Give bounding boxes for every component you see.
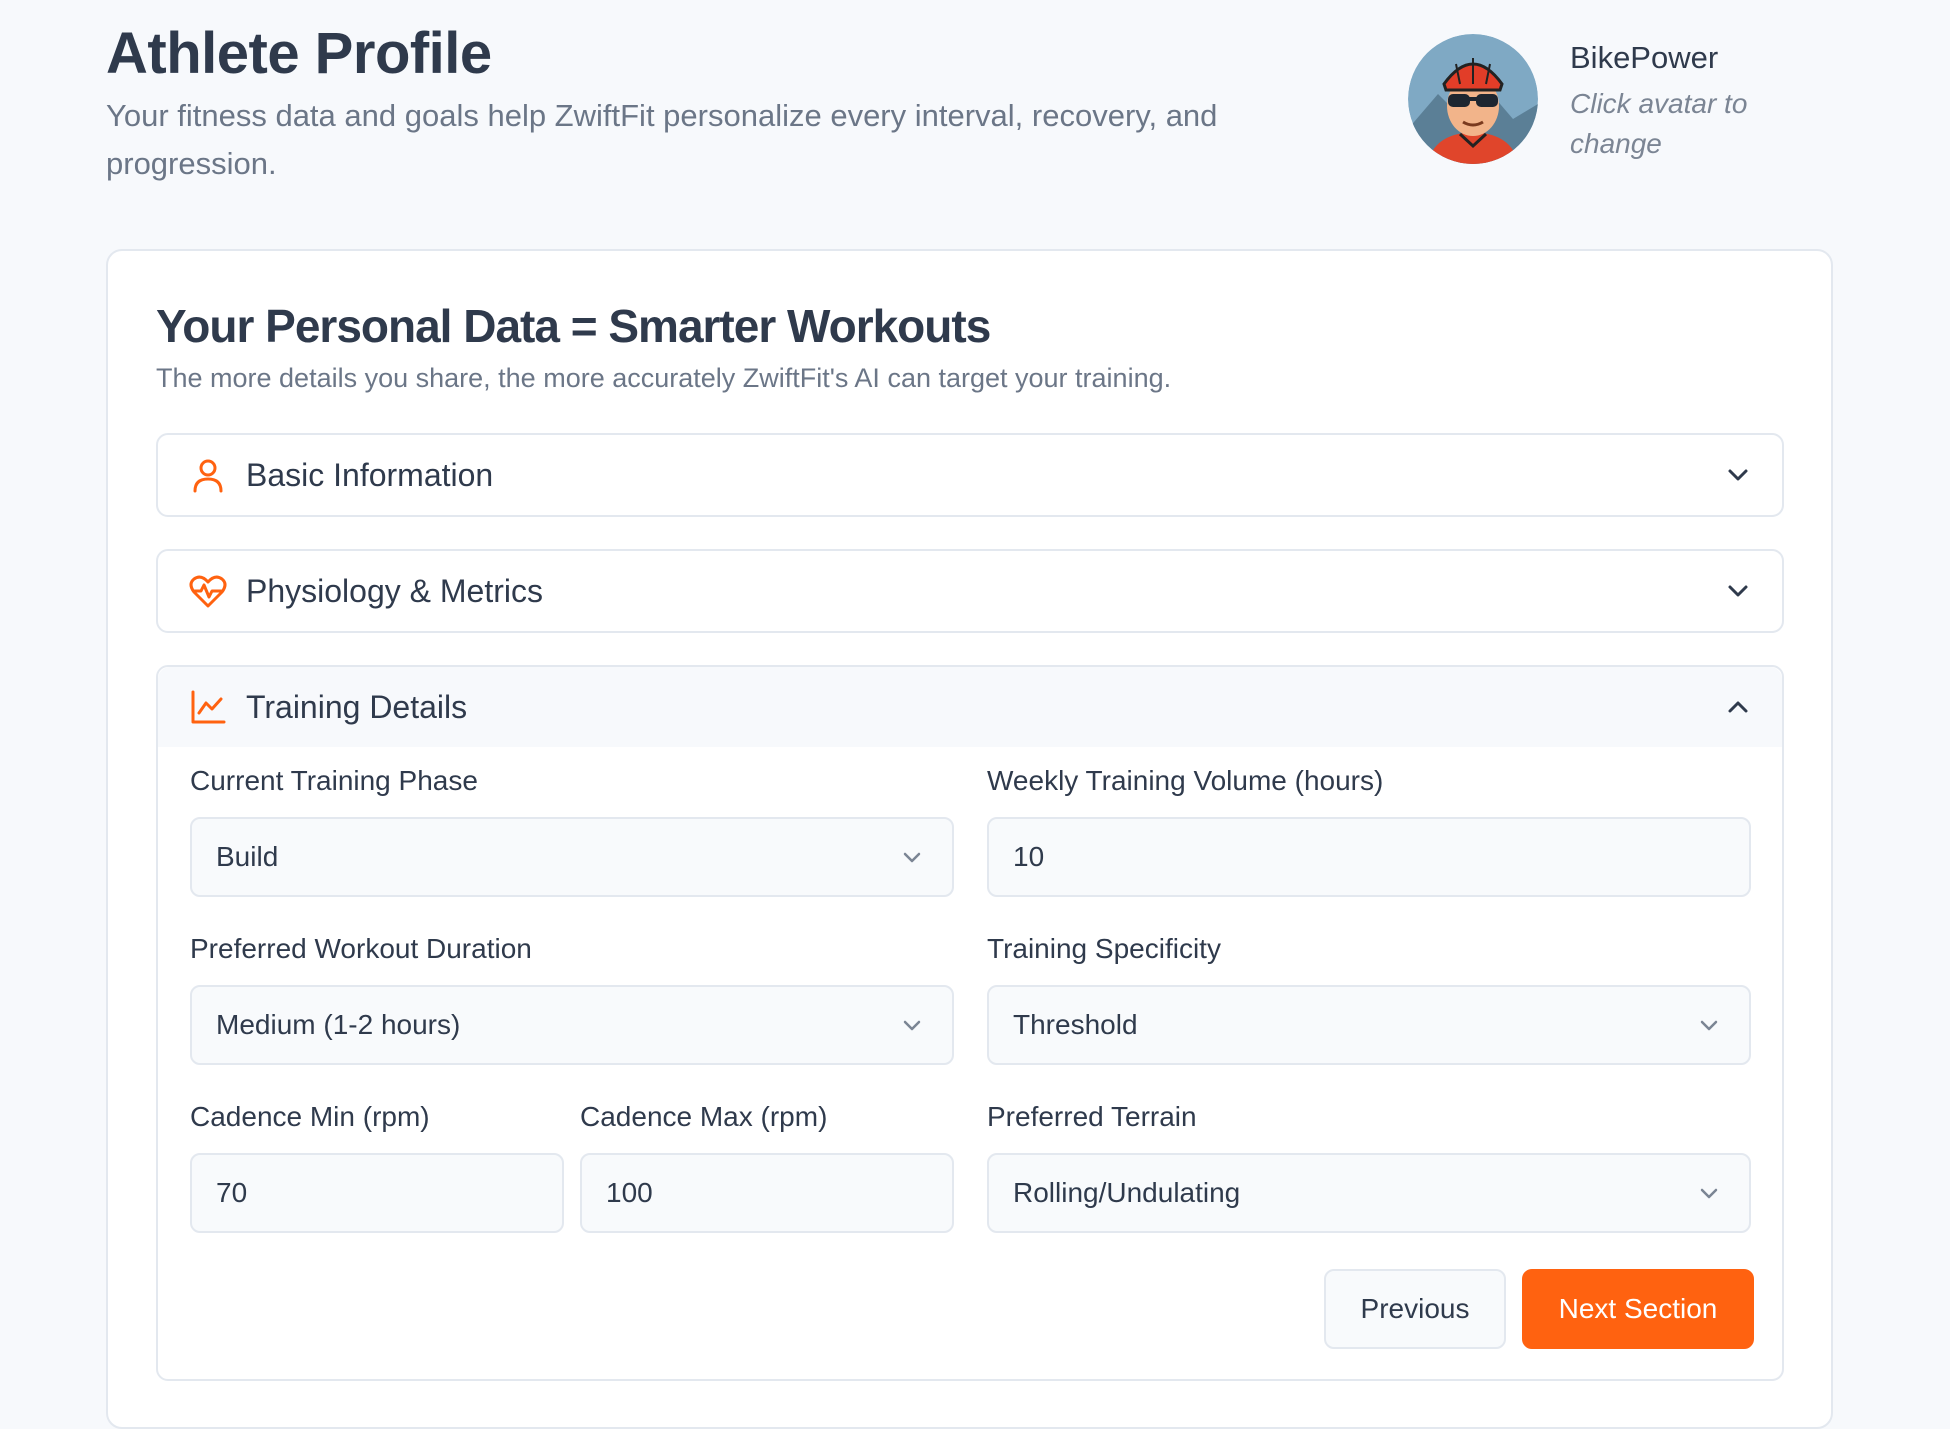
training-specificity-select[interactable]: Threshold xyxy=(987,985,1751,1065)
chevron-down-icon xyxy=(1700,1020,1718,1031)
cyclist-avatar-icon xyxy=(1408,34,1538,164)
chevron-up-icon xyxy=(1728,701,1748,713)
weekly-volume-label: Weekly Training Volume (hours) xyxy=(987,765,1384,796)
page-subtitle: Your fitness data and goals help ZwiftFi… xyxy=(106,98,1218,181)
training-phase-select[interactable]: Build xyxy=(190,817,954,897)
training-specificity-value: Threshold xyxy=(1013,1009,1138,1040)
username: BikePower xyxy=(1570,40,1719,75)
training-specificity-label: Training Specificity xyxy=(987,933,1221,964)
page-header: Athlete Profile Your fitness data and go… xyxy=(106,20,1356,188)
accordion-label: Basic Information xyxy=(246,457,494,493)
avatar[interactable] xyxy=(1408,34,1538,164)
training-phase-value: Build xyxy=(216,841,279,872)
next-section-button[interactable]: Next Section xyxy=(1522,1269,1754,1349)
chevron-down-icon xyxy=(1728,469,1748,481)
preferred-terrain-label: Preferred Terrain xyxy=(987,1101,1197,1132)
preferred-terrain-value: Rolling/Undulating xyxy=(1013,1177,1241,1208)
cadence-max-input[interactable]: 100 xyxy=(580,1153,954,1233)
page-title: Athlete Profile xyxy=(106,21,492,86)
avatar-hint: Click avatar to change xyxy=(1570,88,1748,159)
line-chart-icon xyxy=(191,690,226,724)
previous-button[interactable]: Previous xyxy=(1324,1269,1506,1349)
training-phase-label: Current Training Phase xyxy=(190,765,478,796)
weekly-volume-value: 10 xyxy=(1013,841,1045,872)
user-icon xyxy=(193,459,223,493)
chevron-down-icon xyxy=(1700,1188,1718,1199)
accordion-physiology-metrics: Physiology & Metrics xyxy=(156,549,1784,633)
chevron-down-icon xyxy=(903,1020,921,1031)
workout-duration-label: Preferred Workout Duration xyxy=(190,933,532,964)
cadence-min-label: Cadence Min (rpm) xyxy=(190,1101,430,1132)
workout-duration-value: Medium (1-2 hours) xyxy=(216,1009,461,1040)
profile-card: Your Personal Data = Smarter Workouts Th… xyxy=(106,249,1833,1429)
weekly-volume-input[interactable]: 10 xyxy=(987,817,1751,897)
accordion-header-training-details[interactable]: Training Details xyxy=(158,667,1782,747)
accordion-training-details: Training Details Current Training Phase … xyxy=(156,665,1784,1381)
accordion-header-basic-information[interactable]: Basic Information xyxy=(158,435,1782,515)
card-subtitle: The more details you share, the more acc… xyxy=(156,363,1172,393)
accordion-basic-information: Basic Information xyxy=(156,433,1784,517)
cadence-max-label: Cadence Max (rpm) xyxy=(580,1101,828,1132)
heart-pulse-icon xyxy=(189,575,227,608)
workout-duration-select[interactable]: Medium (1-2 hours) xyxy=(190,985,954,1065)
cadence-max-value: 100 xyxy=(606,1177,653,1208)
cadence-min-value: 70 xyxy=(216,1177,248,1208)
accordion-header-physiology-metrics[interactable]: Physiology & Metrics xyxy=(158,551,1782,631)
chevron-down-icon xyxy=(1728,585,1748,597)
cadence-min-input[interactable]: 70 xyxy=(190,1153,564,1233)
accordion-label: Physiology & Metrics xyxy=(246,573,543,609)
card-title: Your Personal Data = Smarter Workouts xyxy=(156,300,991,352)
accordion-label: Training Details xyxy=(246,689,468,725)
profile-block: BikePower Click avatar to change xyxy=(1408,34,1828,166)
preferred-terrain-select[interactable]: Rolling/Undulating xyxy=(987,1153,1751,1233)
chevron-down-icon xyxy=(903,852,921,863)
